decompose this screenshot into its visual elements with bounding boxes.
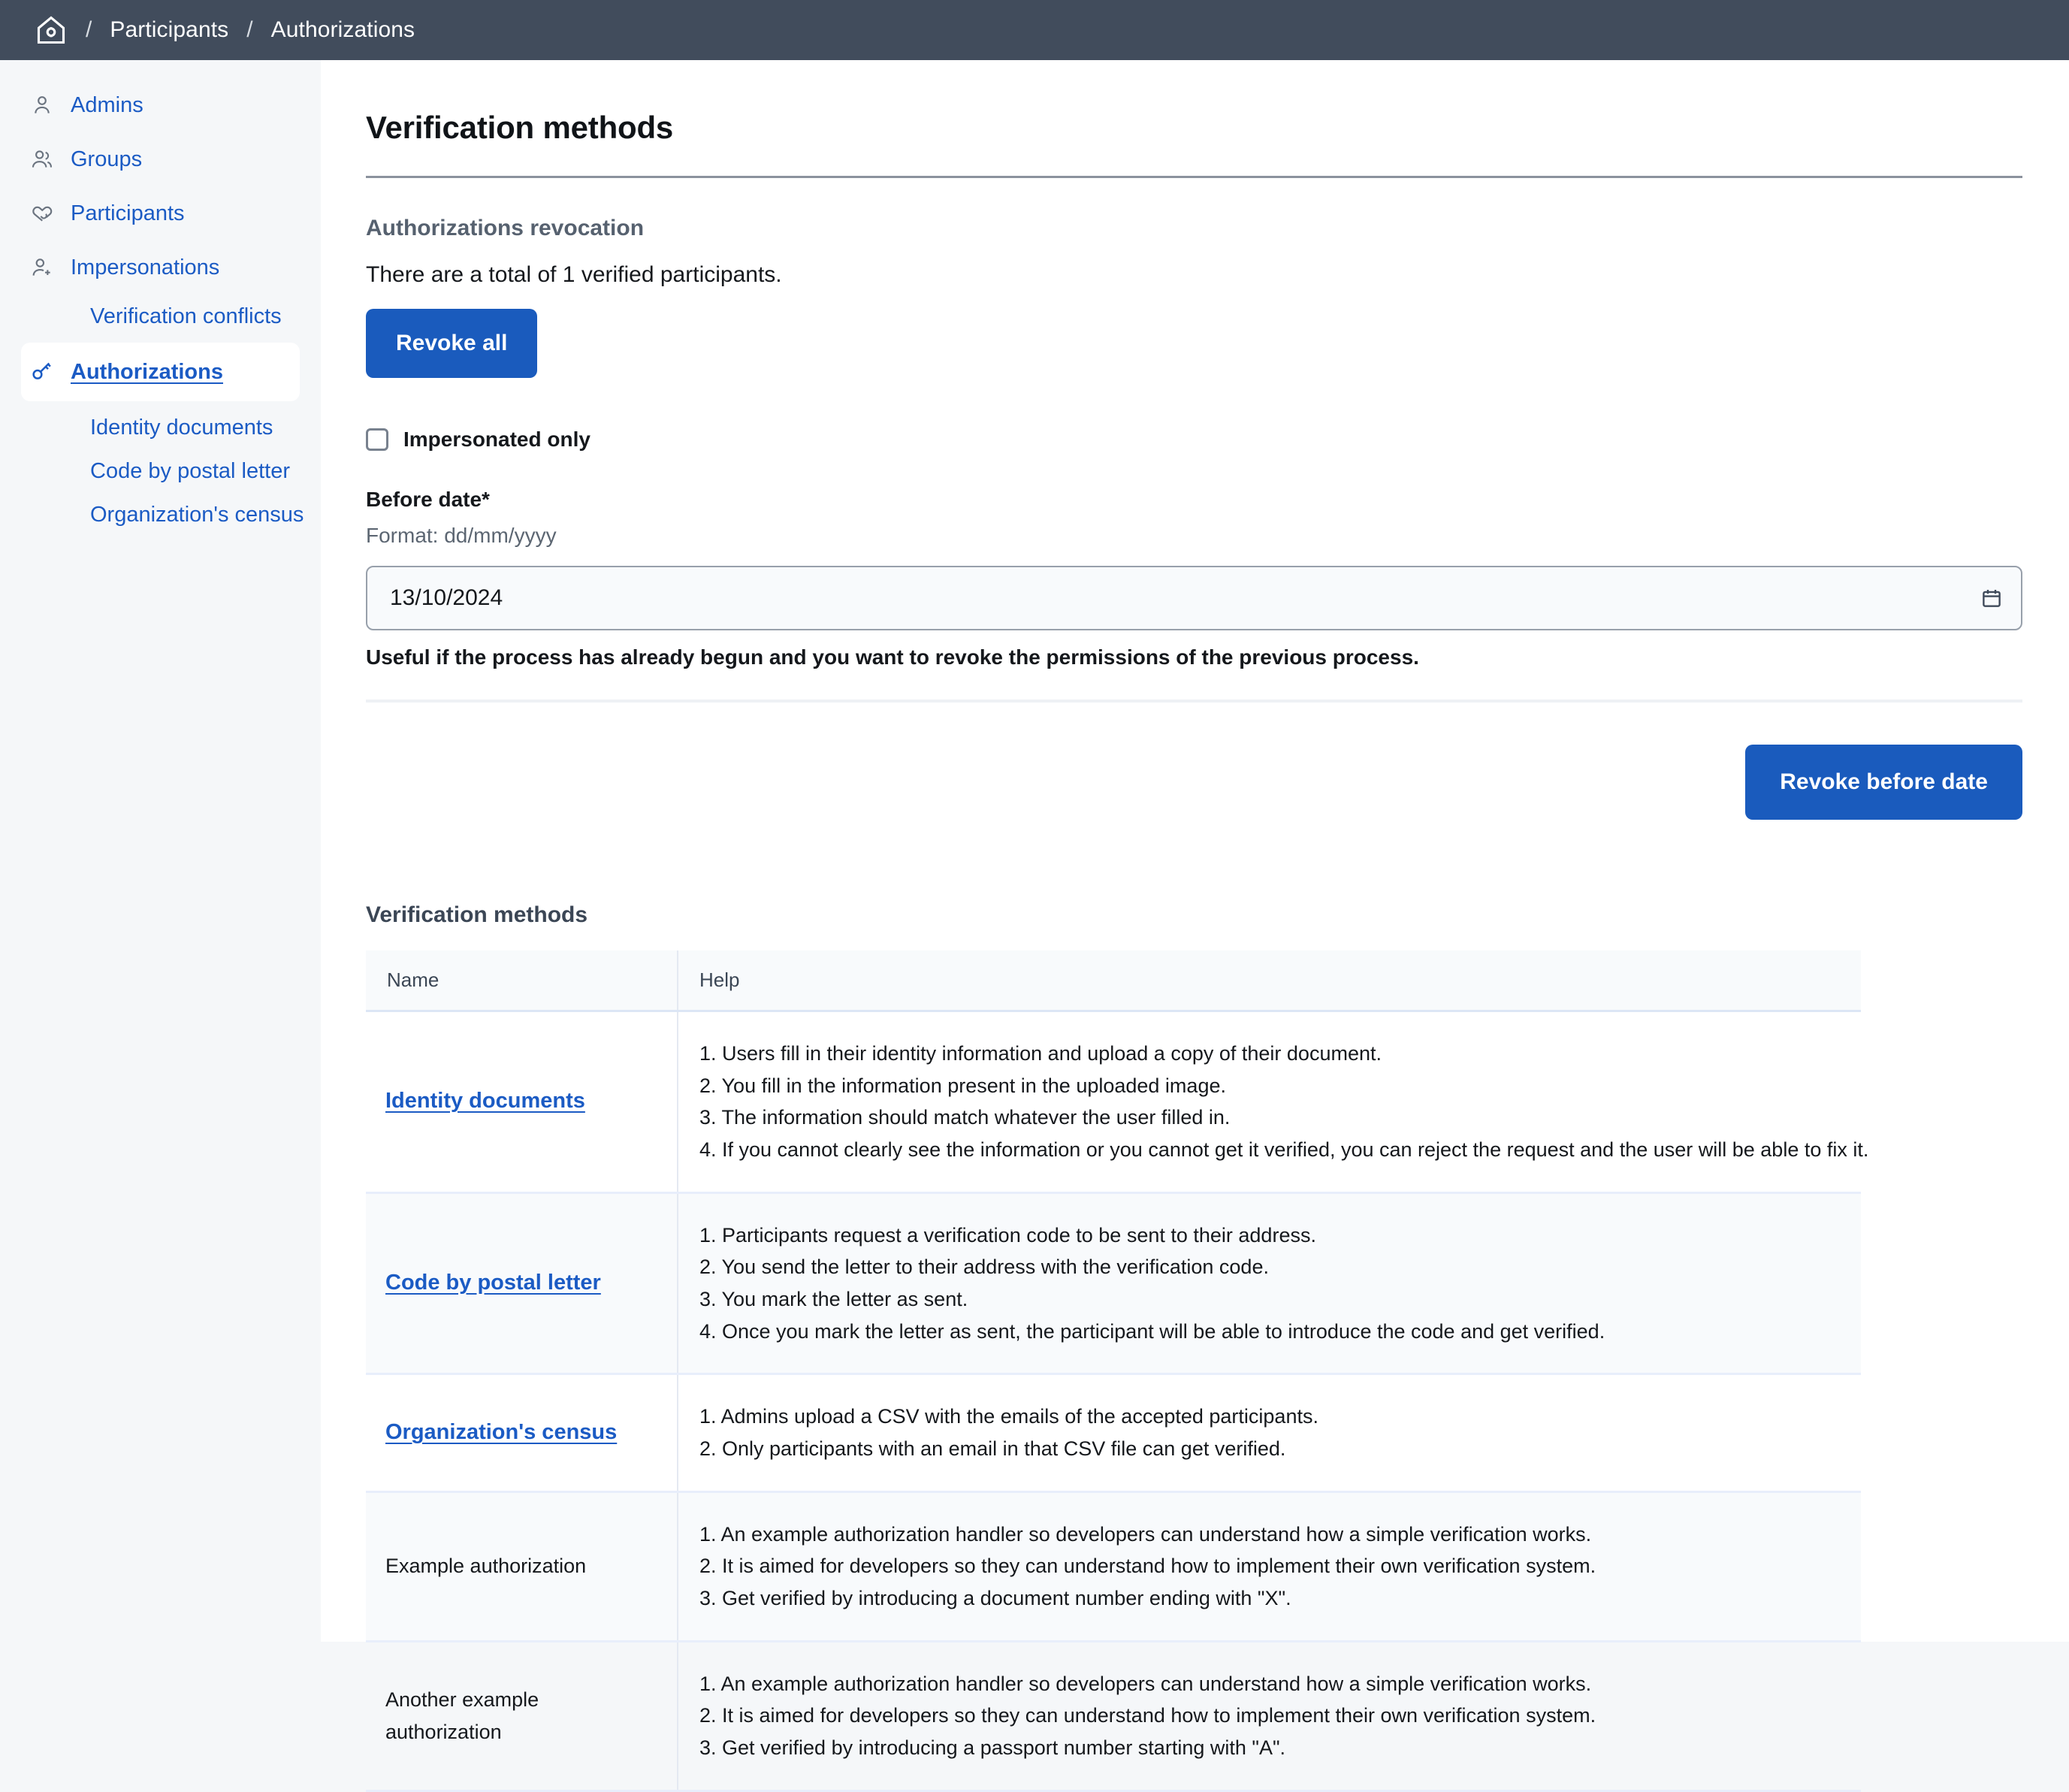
sidebar-item-code-by-postal-letter[interactable]: Code by postal letter <box>0 449 321 493</box>
table-row: Identity documents 1. Users fill in their… <box>366 1011 1861 1193</box>
help-step: 2. It is aimed for developers so they ca… <box>699 1550 1843 1582</box>
sidebar-item-label: Participants <box>71 201 185 226</box>
revoke-all-button[interactable]: Revoke all <box>366 309 537 378</box>
sidebar-item-label: Impersonations <box>71 255 219 280</box>
help-step: 1. An example authorization handler so d… <box>699 1519 1843 1551</box>
cell-method-help: 1. An example authorization handler so d… <box>678 1641 1861 1790</box>
sidebar-item-label: Verification conflicts <box>90 304 282 328</box>
help-step: 2. Only participants with an email in th… <box>699 1433 1843 1465</box>
key-icon <box>30 360 54 384</box>
sidebar-item-verification-conflicts[interactable]: Verification conflicts <box>0 295 321 338</box>
sidebar-item-label: Authorizations <box>71 360 223 385</box>
column-header-help: Help <box>678 950 1861 1011</box>
home-link[interactable] <box>35 14 68 47</box>
home-gear-icon <box>35 14 68 47</box>
table-header-row: Name Help <box>366 950 1861 1011</box>
method-name-text: Another example authorization <box>385 1688 539 1743</box>
sidebar-item-label: Groups <box>71 147 142 172</box>
breadcrumb-separator-2: / <box>228 17 270 43</box>
user-icon <box>30 93 54 117</box>
help-step: 1. Admins upload a CSV with the emails o… <box>699 1401 1843 1433</box>
cell-method-help: 1. An example authorization handler so d… <box>678 1491 1861 1641</box>
method-name-text: Example authorization <box>385 1555 586 1577</box>
user-plus-icon <box>30 255 54 280</box>
verified-participants-summary: There are a total of 1 verified particip… <box>366 262 2033 288</box>
sidebar-item-label: Code by postal letter <box>90 459 290 483</box>
table-row: Code by postal letter 1. Participants req… <box>366 1192 1861 1374</box>
calendar-icon[interactable] <box>1980 587 2003 609</box>
help-step: 1. Users fill in their identity informat… <box>699 1038 1843 1070</box>
cell-method-help: 1. Admins upload a CSV with the emails o… <box>678 1374 1861 1491</box>
help-step: 1. An example authorization handler so d… <box>699 1668 1843 1700</box>
column-header-name: Name <box>366 950 678 1011</box>
help-step: 3. You mark the letter as sent. <box>699 1283 1843 1316</box>
sidebar: Admins Groups Participants Imperson <box>0 60 321 1642</box>
table-row: Example authorization 1. An example autho… <box>366 1491 1861 1641</box>
cell-method-name: Code by postal letter <box>366 1192 678 1374</box>
sidebar-item-identity-documents[interactable]: Identity documents <box>0 406 321 449</box>
hand-heart-icon <box>30 201 54 225</box>
help-step: 4. If you cannot clearly see the informa… <box>699 1134 1843 1166</box>
help-step: 3. Get verified by introducing a documen… <box>699 1582 1843 1615</box>
method-name-link[interactable]: Code by postal letter <box>385 1271 601 1295</box>
cell-method-name: Another example authorization <box>366 1641 678 1790</box>
methods-table-caption: Verification methods <box>366 902 2033 928</box>
sidebar-item-organizations-census[interactable]: Organization's census <box>0 493 321 536</box>
cell-method-name: Identity documents <box>366 1011 678 1193</box>
table-body: Identity documents 1. Users fill in their… <box>366 1011 1861 1791</box>
help-step: 1. Participants request a verification c… <box>699 1219 1843 1252</box>
breadcrumb-bar: / Participants / Authorizations <box>0 0 2069 60</box>
title-divider <box>366 176 2022 178</box>
section-divider <box>366 700 2022 703</box>
help-step: 3. The information should match whatever… <box>699 1101 1843 1134</box>
sidebar-item-admins[interactable]: Admins <box>0 78 321 132</box>
sidebar-item-authorizations[interactable]: Authorizations <box>21 343 300 401</box>
cell-method-name: Example authorization <box>366 1491 678 1641</box>
impersonated-only-checkbox[interactable] <box>366 428 388 451</box>
help-step: 2. You send the letter to their address … <box>699 1251 1843 1283</box>
breadcrumb-separator-1: / <box>68 17 110 43</box>
revoke-before-date-action-row: Revoke before date <box>366 745 2022 820</box>
help-step: 4. Once you mark the letter as sent, the… <box>699 1316 1843 1348</box>
method-name-link[interactable]: Identity documents <box>385 1089 585 1113</box>
page-shell: Admins Groups Participants Imperson <box>0 60 2069 1642</box>
date-format-hint: Format: dd/mm/yyyy <box>366 524 2033 548</box>
sidebar-item-label: Organization's census <box>90 503 304 527</box>
help-step: 2. It is aimed for developers so they ca… <box>699 1700 1843 1732</box>
breadcrumb-item-authorizations[interactable]: Authorizations <box>271 17 415 43</box>
cell-method-help: 1. Participants request a verification c… <box>678 1192 1861 1374</box>
impersonated-only-row: Impersonated only <box>366 428 2033 452</box>
verification-methods-table: Name Help Identity documents 1. Users fil… <box>366 950 1861 1792</box>
breadcrumb-item-participants[interactable]: Participants <box>110 17 228 43</box>
cell-method-help: 1. Users fill in their identity informat… <box>678 1011 1861 1193</box>
table-header: Name Help <box>366 950 1861 1011</box>
table-row: Another example authorization 1. An examp… <box>366 1641 1861 1790</box>
before-date-help-text: Useful if the process has already begun … <box>366 645 2033 669</box>
impersonated-only-label: Impersonated only <box>403 428 590 452</box>
table-row: Organization's census 1. Admins upload a … <box>366 1374 1861 1491</box>
before-date-label: Before date* <box>366 488 2033 512</box>
main-content: Verification methods Authorizations revo… <box>321 60 2069 1642</box>
method-name-link[interactable]: Organization's census <box>385 1420 617 1444</box>
help-step: 3. Get verified by introducing a passpor… <box>699 1732 1843 1764</box>
sidebar-item-label: Identity documents <box>90 416 273 440</box>
sidebar-item-impersonations[interactable]: Impersonations <box>0 240 321 295</box>
sidebar-item-groups[interactable]: Groups <box>0 132 321 186</box>
sidebar-item-label: Admins <box>71 93 143 118</box>
section-heading-revocation: Authorizations revocation <box>366 216 2033 241</box>
users-icon <box>30 147 54 171</box>
sidebar-item-participants[interactable]: Participants <box>0 186 321 240</box>
cell-method-name: Organization's census <box>366 1374 678 1491</box>
before-date-input[interactable] <box>366 566 2022 630</box>
page-title: Verification methods <box>366 110 2033 146</box>
revoke-before-date-button[interactable]: Revoke before date <box>1745 745 2022 820</box>
before-date-field <box>366 566 2022 630</box>
help-step: 2. You fill in the information present i… <box>699 1070 1843 1102</box>
